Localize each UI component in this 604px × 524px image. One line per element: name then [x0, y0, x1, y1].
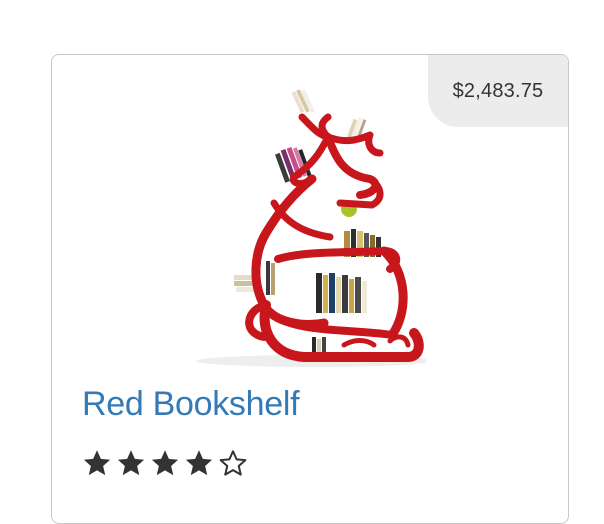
price-label: $2,483.75: [452, 79, 544, 102]
product-title[interactable]: Red Bookshelf: [82, 385, 300, 424]
star-filled-icon: [151, 450, 179, 476]
books-center-shelf: [316, 273, 367, 313]
bookshelf-frame: [245, 113, 424, 362]
star-filled-icon: [117, 450, 145, 476]
price-tag: $2,483.75: [428, 55, 568, 127]
product-card[interactable]: $2,483.75 Red Bookshelf: [51, 54, 569, 524]
star-filled-icon: [185, 450, 213, 476]
star-filled-icon: [83, 450, 111, 476]
red-bookshelf-image[interactable]: [194, 83, 426, 367]
books-top-left: [291, 89, 315, 113]
star-rating: [82, 448, 248, 478]
star-empty-icon: [219, 450, 247, 476]
